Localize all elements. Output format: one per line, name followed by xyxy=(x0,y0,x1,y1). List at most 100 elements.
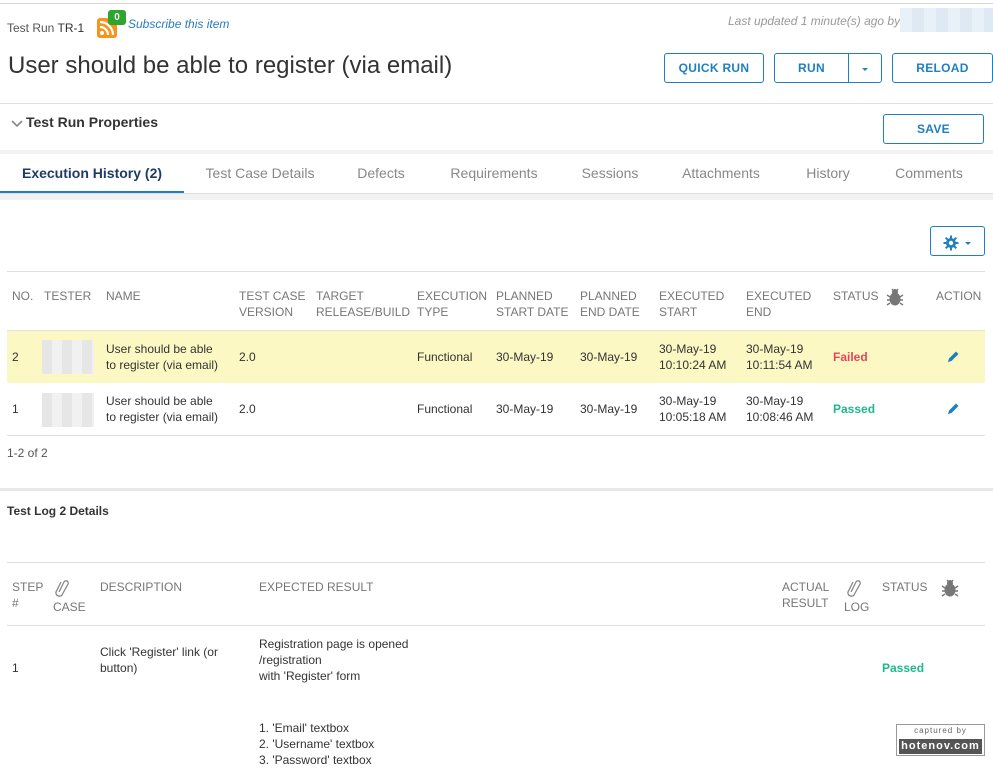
expected-line: /registration xyxy=(259,653,322,667)
row-planned-start: 30-May-19 xyxy=(496,350,554,364)
log-table-top-border xyxy=(7,562,985,563)
row-name-line: User should be able xyxy=(106,342,213,356)
row-name-line: to register (via email) xyxy=(106,358,219,372)
col-case: CASE xyxy=(53,600,86,614)
expected-line: 2. 'Username' textbox xyxy=(259,737,375,751)
col-test-case-version[interactable]: TEST CASE VERSION xyxy=(239,288,305,320)
col-tester[interactable]: TESTER xyxy=(44,288,91,304)
step-description: Click 'Register' link (or button) xyxy=(100,644,218,676)
col-label: # xyxy=(12,596,19,610)
run-button[interactable]: RUN xyxy=(774,53,849,83)
col-label: VERSION xyxy=(239,305,294,319)
tab-comments[interactable]: Comments xyxy=(878,152,980,194)
col-step: STEP # xyxy=(12,579,43,611)
edit-pencil-icon[interactable] xyxy=(946,350,960,364)
row-no: 1 xyxy=(12,402,19,416)
tester-avatar-blurred xyxy=(42,393,94,427)
col-label: END xyxy=(746,305,772,319)
step-number: 1 xyxy=(12,661,19,675)
col-actual-result: ACTUAL RESULT xyxy=(782,579,829,611)
desc-line: button) xyxy=(100,661,138,675)
pager-text: 1-2 of 2 xyxy=(7,446,48,460)
status-badge: Passed xyxy=(882,661,925,675)
col-execution-type[interactable]: EXECUTION TYPE xyxy=(417,288,487,320)
chevron-down-icon[interactable] xyxy=(11,117,23,132)
expected-line: 1. 'Email' textbox xyxy=(259,721,349,735)
tab-bar: Execution History (2) Test Case Details … xyxy=(0,152,993,194)
col-status[interactable]: STATUS xyxy=(833,288,879,304)
col-label: EXECUTED xyxy=(659,289,725,303)
breadcrumb-prefix: Test Run xyxy=(7,21,55,35)
paperclip-icon xyxy=(55,578,69,601)
tab-sessions[interactable]: Sessions xyxy=(566,152,654,194)
quick-run-button[interactable]: QUICK RUN xyxy=(664,53,764,83)
col-status: STATUS xyxy=(882,580,928,594)
status-badge: Passed xyxy=(833,402,876,416)
col-target-release[interactable]: TARGET RELEASE/BUILD xyxy=(316,288,410,320)
row-time: 10:11:54 AM xyxy=(746,358,813,372)
row-date: 30-May-19 xyxy=(659,394,717,408)
top-border xyxy=(0,3,993,4)
run-dropdown-button[interactable] xyxy=(848,53,882,83)
properties-toggle[interactable]: Test Run Properties xyxy=(26,114,158,130)
desc-line: Click 'Register' link (or xyxy=(100,645,218,659)
col-label: END DATE xyxy=(580,305,640,319)
tab-requirements[interactable]: Requirements xyxy=(432,152,556,194)
column-settings-button[interactable] xyxy=(930,226,985,256)
row-executed-start: 30-May-19 10:10:24 AM xyxy=(659,341,726,373)
col-executed-start[interactable]: EXECUTED START xyxy=(659,288,724,320)
row-version: 2.0 xyxy=(239,350,256,364)
row-no: 2 xyxy=(12,350,19,364)
col-label: PLANNED xyxy=(496,289,553,303)
row-type: Functional xyxy=(417,350,473,364)
row-version: 2.0 xyxy=(239,402,256,416)
row-planned-end: 30-May-19 xyxy=(580,350,638,364)
col-executed-end[interactable]: EXECUTED END xyxy=(746,288,811,320)
section-divider xyxy=(0,488,993,491)
tab-history[interactable]: History xyxy=(788,152,868,194)
row-date: 30-May-19 xyxy=(746,394,804,408)
col-expected-result: EXPECTED RESULT xyxy=(259,580,374,594)
reload-button[interactable]: RELOAD xyxy=(892,53,993,83)
edit-pencil-icon[interactable] xyxy=(946,402,960,416)
row-executed-end: 30-May-19 10:08:46 AM xyxy=(746,393,813,425)
col-planned-start[interactable]: PLANNED START DATE xyxy=(496,288,568,320)
paperclip-icon xyxy=(847,578,861,601)
tab-execution-history[interactable]: Execution History (2) xyxy=(0,152,184,194)
row-time: 10:10:24 AM xyxy=(659,358,727,372)
watermark-logo: captured by hotenov.com xyxy=(896,724,985,756)
tab-test-case-details[interactable]: Test Case Details xyxy=(190,152,330,194)
col-label: EXECUTED xyxy=(746,289,812,303)
gear-icon xyxy=(943,235,959,251)
col-label: START xyxy=(659,305,698,319)
col-no[interactable]: NO. xyxy=(12,288,33,304)
last-updated-text: Last updated 1 minute(s) ago by xyxy=(728,14,901,28)
row-name: User should be able to register (via ema… xyxy=(106,393,218,425)
col-name[interactable]: NAME xyxy=(106,288,141,304)
col-label: RESULT xyxy=(782,596,829,610)
col-label: EXECUTION xyxy=(417,289,488,303)
row-date: 30-May-19 xyxy=(659,342,717,356)
subscribe-link[interactable]: Subscribe this item xyxy=(128,17,229,31)
table-top-border xyxy=(7,271,985,272)
row-name-line: User should be able xyxy=(106,394,213,408)
expected-line: with 'Register' form xyxy=(259,669,361,683)
expected-line: 3. 'Password' textbox xyxy=(259,753,372,767)
tester-avatar-blurred xyxy=(42,340,94,374)
col-label: PLANNED xyxy=(580,289,637,303)
tab-attachments[interactable]: Attachments xyxy=(664,152,778,194)
breadcrumb: Test Run TR-1 xyxy=(7,21,84,35)
bug-icon xyxy=(940,578,960,601)
row-type: Functional xyxy=(417,402,473,416)
tab-defects[interactable]: Defects xyxy=(340,152,422,194)
col-log: LOG xyxy=(844,600,870,614)
row-name: User should be able to register (via ema… xyxy=(106,341,218,373)
caret-down-icon xyxy=(862,67,868,71)
col-label: RELEASE/BUILD xyxy=(316,305,411,319)
save-button[interactable]: SAVE xyxy=(883,114,984,144)
status-badge: Failed xyxy=(833,350,868,364)
row-planned-end: 30-May-19 xyxy=(580,402,638,416)
row-name-line: to register (via email) xyxy=(106,410,219,424)
col-planned-end[interactable]: PLANNED END DATE xyxy=(580,288,640,320)
subscribe-count-badge: 0 xyxy=(108,10,126,25)
